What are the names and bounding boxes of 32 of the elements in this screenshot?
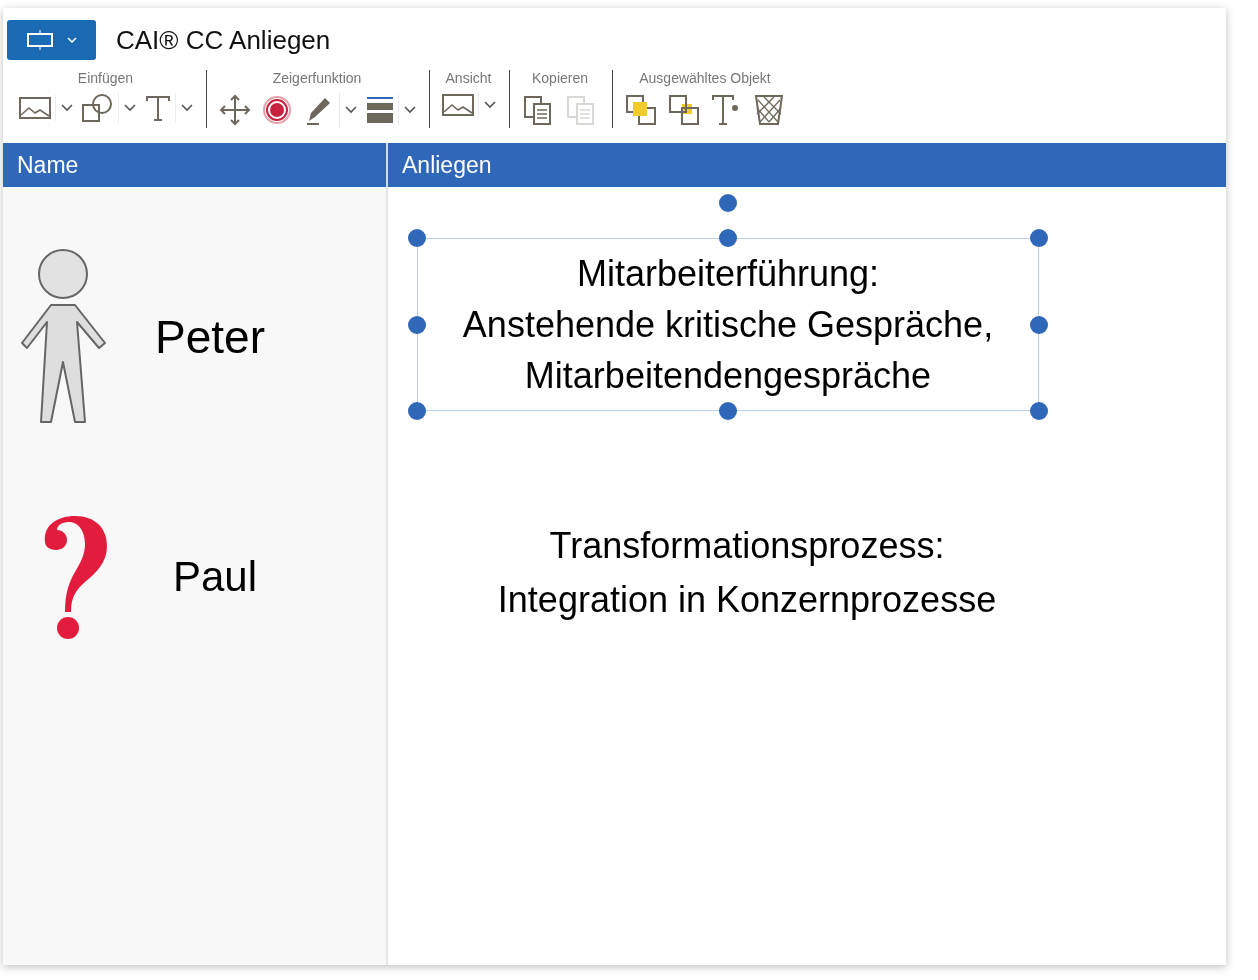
group-label: Einfügen xyxy=(77,70,134,86)
concern-text: Mitarbeiterführung: Anstehende kritische Gespräche, Mitarbeitendengespräche xyxy=(462,252,994,398)
concern-text-box[interactable]: Mitarbeiterführung: Anstehende kritische Gespräche, Mitarbeitendengespräche xyxy=(417,238,1039,411)
group-label: Kopieren xyxy=(531,70,588,86)
concern-text-box[interactable]: Transformationsprozess: Integration in Konzernprozesse xyxy=(436,517,1058,629)
group-label: Ansicht xyxy=(445,70,492,86)
dropdown-button[interactable] xyxy=(481,99,499,111)
person-name: Paul xyxy=(173,553,258,601)
resize-handle[interactable] xyxy=(408,229,426,247)
person-name: Peter xyxy=(155,310,265,364)
app-title: CAI® CC Anliegen xyxy=(116,24,331,56)
chevron-down-icon xyxy=(66,37,77,43)
person-figure-icon xyxy=(21,249,107,425)
dropdown-button[interactable] xyxy=(121,102,139,114)
dropdown-button[interactable] xyxy=(58,102,76,114)
screen-icon xyxy=(26,29,53,51)
rotate-handle[interactable] xyxy=(719,194,737,212)
group-label: Ausgewähltes Objekt xyxy=(639,70,771,86)
concern-text: Transformationsprozess: Integration in Konzernprozesse xyxy=(497,524,997,622)
resize-handle[interactable] xyxy=(719,402,737,420)
resize-handle[interactable] xyxy=(408,402,426,420)
resize-handle[interactable] xyxy=(408,315,426,334)
resize-handle[interactable] xyxy=(719,229,737,247)
view-mode-button[interactable] xyxy=(7,20,96,60)
resize-handle[interactable] xyxy=(1030,315,1048,334)
resize-handle[interactable] xyxy=(1030,402,1048,420)
column-header: Anliegen xyxy=(401,151,492,179)
group-label: Zeigerfunktion xyxy=(272,70,362,86)
dropdown-button[interactable] xyxy=(178,102,196,114)
dropdown-button[interactable] xyxy=(401,104,419,116)
resize-handle[interactable] xyxy=(1030,229,1048,247)
dropdown-button[interactable] xyxy=(342,104,360,116)
